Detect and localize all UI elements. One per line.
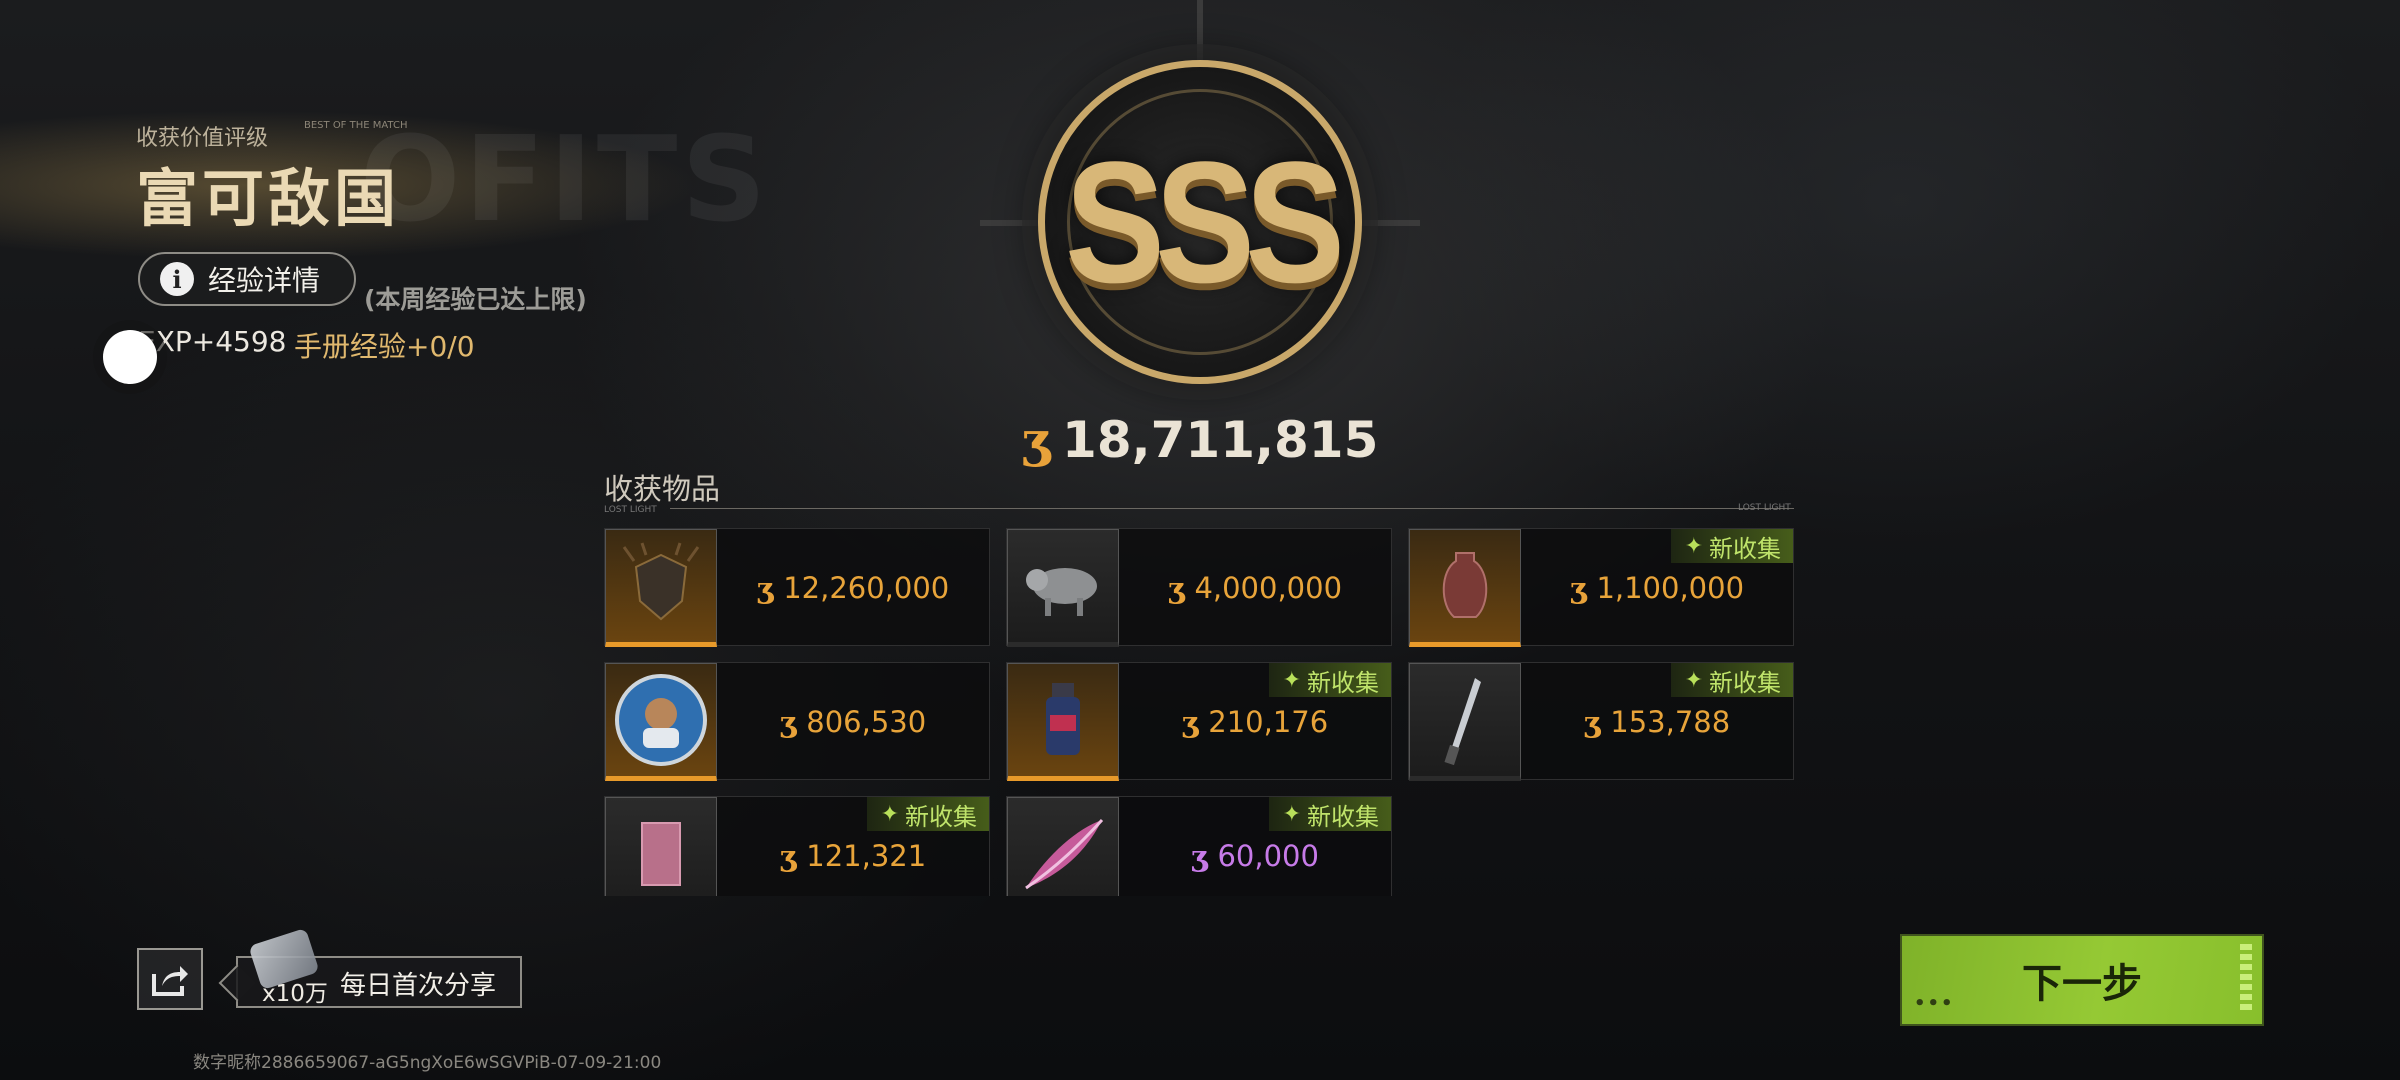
item-value: ʒ 210,176 bbox=[1119, 663, 1391, 781]
coin-icon: ʒ bbox=[1021, 410, 1051, 469]
item-card[interactable]: ✦ 新收集 ʒ 121,321 bbox=[604, 796, 990, 896]
item-value: ʒ 153,788 bbox=[1521, 663, 1793, 781]
item-value-text: 12,260,000 bbox=[783, 571, 950, 605]
crosshair-tick bbox=[1360, 220, 1420, 226]
total-value: ʒ 18,711,815 bbox=[1022, 410, 1379, 469]
grade-text: SSS bbox=[1064, 124, 1345, 319]
item-card[interactable]: ʒ 4,000,000 bbox=[1006, 528, 1392, 647]
item-value-text: 153,788 bbox=[1610, 705, 1731, 739]
item-value: ʒ 60,000 bbox=[1119, 797, 1391, 896]
items-grid: ʒ 12,260,000 ʒ 4,000,000 ✦ 新收集 ʒ 1,100,000 ʒ… bbox=[604, 528, 1794, 896]
coin-icon: ʒ bbox=[1191, 839, 1208, 873]
grade-emblem: SSS bbox=[1038, 60, 1362, 384]
ornate-shield-icon bbox=[605, 529, 717, 647]
button-stripe bbox=[2240, 944, 2252, 1014]
item-value: ʒ 121,321 bbox=[717, 797, 989, 896]
items-section-title: 收获物品 bbox=[604, 472, 721, 506]
floating-assist-button[interactable] bbox=[103, 330, 157, 384]
feather-icon bbox=[1007, 797, 1119, 896]
vase-icon bbox=[1409, 529, 1521, 647]
item-value-text: 4,000,000 bbox=[1194, 571, 1343, 605]
coin-icon: ʒ bbox=[779, 839, 797, 873]
item-value: ʒ 4,000,000 bbox=[1119, 529, 1391, 647]
item-value-text: 806,530 bbox=[806, 705, 927, 739]
exp-details-button[interactable]: i 经验详情 bbox=[138, 252, 356, 306]
next-step-button[interactable]: 下一步 ••• bbox=[1902, 936, 2262, 1024]
info-icon: i bbox=[160, 262, 194, 296]
share-icon bbox=[152, 966, 188, 996]
coin-icon: ʒ bbox=[1569, 571, 1587, 605]
share-reward-amount: x10万 bbox=[262, 981, 328, 1007]
player-id-watermark: 数字昵称2886659067-aG5ngXoE6wSGVPiB-07-09-21… bbox=[193, 1053, 662, 1073]
coin-icon: ʒ bbox=[1583, 705, 1601, 739]
rating-title: 富可敌国 bbox=[136, 162, 401, 235]
coin-icon: ʒ bbox=[1181, 705, 1199, 739]
item-card[interactable]: ʒ 12,260,000 bbox=[604, 528, 990, 647]
button-dots: ••• bbox=[1914, 993, 1955, 1014]
medallion-icon bbox=[605, 663, 717, 781]
card-icon bbox=[605, 797, 717, 896]
item-value-text: 121,321 bbox=[806, 839, 927, 873]
divider-label: LOST LIGHT bbox=[1738, 503, 1791, 513]
manual-exp: 手册经验+0/0 bbox=[294, 330, 475, 363]
item-card[interactable]: ✦ 新收集 ʒ 1,100,000 bbox=[1408, 528, 1794, 647]
item-card[interactable]: ✦ 新收集 ʒ 60,000 bbox=[1006, 796, 1392, 896]
crosshair-tick bbox=[1197, 0, 1203, 60]
share-button[interactable] bbox=[137, 948, 203, 1010]
share-label: 每日首次分享 bbox=[340, 971, 497, 1001]
item-value: ʒ 12,260,000 bbox=[717, 529, 989, 647]
background-watermark: OFITS bbox=[360, 110, 771, 248]
item-value: ʒ 1,100,000 bbox=[1521, 529, 1793, 647]
coin-icon: ʒ bbox=[756, 571, 774, 605]
coin-icon: ʒ bbox=[779, 705, 797, 739]
knife-icon bbox=[1409, 663, 1521, 781]
item-value-text: 60,000 bbox=[1217, 839, 1319, 873]
crosshair-tick bbox=[980, 220, 1040, 226]
week-limit-note: (本周经验已达上限) bbox=[364, 285, 587, 314]
exp-gain: EXP+4598 bbox=[138, 325, 287, 358]
best-of-match-tag: BEST OF THE MATCH bbox=[304, 120, 408, 131]
items-divider bbox=[670, 508, 1794, 509]
item-value-text: 1,100,000 bbox=[1596, 571, 1745, 605]
coin-icon: ʒ bbox=[1167, 571, 1185, 605]
next-step-label: 下一步 bbox=[2022, 961, 2142, 1007]
exp-details-label: 经验详情 bbox=[208, 264, 321, 297]
divider-label: LOST LIGHT bbox=[604, 505, 657, 515]
item-card[interactable]: ✦ 新收集 ʒ 210,176 bbox=[1006, 662, 1392, 781]
item-card[interactable]: ✦ 新收集 ʒ 153,788 bbox=[1408, 662, 1794, 781]
total-value-text: 18,711,815 bbox=[1062, 410, 1379, 469]
pig-statue-icon bbox=[1007, 529, 1119, 647]
item-value: ʒ 806,530 bbox=[717, 663, 989, 781]
flask-icon bbox=[1007, 663, 1119, 781]
item-value-text: 210,176 bbox=[1208, 705, 1329, 739]
item-card[interactable]: ʒ 806,530 bbox=[604, 662, 990, 781]
